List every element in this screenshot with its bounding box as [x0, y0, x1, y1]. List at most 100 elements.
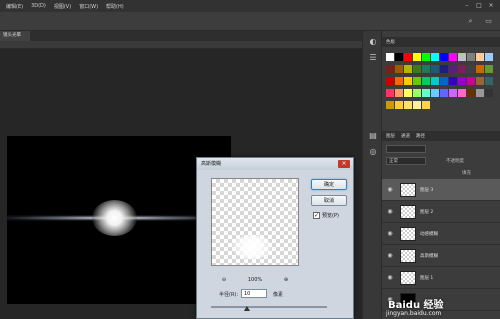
color-swatch[interactable] [413, 53, 421, 61]
tab-paths[interactable]: 路径 [416, 133, 425, 139]
color-swatch[interactable] [395, 89, 403, 97]
layer-row[interactable]: ◉ 高斯模糊 [382, 245, 500, 267]
radius-slider-track[interactable] [211, 306, 327, 308]
radius-input[interactable]: 10 [241, 289, 267, 298]
color-swatch[interactable] [422, 77, 430, 85]
zoom-in-icon[interactable]: ⊕ [284, 277, 288, 283]
color-swatch[interactable] [449, 53, 457, 61]
color-panel-icon[interactable]: ◐ [368, 37, 378, 47]
visibility-eye-icon[interactable]: ◉ [386, 186, 394, 194]
color-swatch[interactable] [485, 53, 493, 61]
color-swatch[interactable] [431, 89, 439, 97]
layers-list: ◉ 图层 3 ◉ 图层 2 ◉ 动感模糊 ◉ 高斯模糊 ◉ 图层 1 ◉ [382, 179, 500, 311]
channels-panel-icon[interactable]: ◎ [368, 147, 378, 157]
color-swatch[interactable] [395, 65, 403, 73]
panel-toolstrip: ◐ ☰ ▤ ◎ [362, 31, 382, 319]
color-swatch[interactable] [440, 53, 448, 61]
blend-mode-select[interactable]: 正常 [386, 157, 426, 165]
color-swatch[interactable] [449, 65, 457, 73]
zoom-out-icon[interactable]: ⊖ [222, 277, 226, 283]
color-swatch[interactable] [476, 77, 484, 85]
color-swatch[interactable] [404, 65, 412, 73]
workspace-icon[interactable]: ▭ [484, 17, 493, 26]
layer-row[interactable]: ◉ 图层 1 [382, 267, 500, 289]
color-swatch[interactable] [386, 89, 394, 97]
color-swatch[interactable] [458, 65, 466, 73]
color-swatch[interactable] [485, 65, 493, 73]
color-swatch[interactable] [422, 65, 430, 73]
visibility-eye-icon[interactable]: ◉ [386, 208, 394, 216]
color-swatch[interactable] [413, 101, 421, 109]
color-swatch[interactable] [440, 77, 448, 85]
color-swatch[interactable] [476, 65, 484, 73]
preview-checkbox[interactable]: ✓ [313, 212, 320, 219]
color-swatch[interactable] [404, 77, 412, 85]
dialog-title: 高斯模糊 [197, 158, 353, 170]
swatches-header: 色板 [382, 37, 500, 47]
layer-row[interactable]: ◉ 图层 3 [382, 179, 500, 201]
color-swatch[interactable] [467, 65, 475, 73]
color-swatch[interactable] [440, 65, 448, 73]
color-swatch[interactable] [422, 53, 430, 61]
color-swatch[interactable] [467, 77, 475, 85]
color-swatch[interactable] [476, 89, 484, 97]
color-swatch[interactable] [485, 77, 493, 85]
layer-filter[interactable] [386, 145, 426, 153]
gaussian-blur-dialog: 高斯模糊 × 确定 取消 ✓ 预览(P) ⊖ 100% ⊕ 半径(R): 10 … [196, 157, 354, 319]
search-icon[interactable]: ⌕ [466, 17, 475, 26]
adjustments-panel-icon[interactable]: ☰ [368, 53, 378, 63]
tab-layers[interactable]: 图层 [386, 133, 395, 139]
color-swatch[interactable] [458, 77, 466, 85]
close-window-icon[interactable]: × [486, 2, 496, 10]
menu-window[interactable]: 窗口(W) [79, 3, 98, 10]
menu-3d[interactable]: 3D(D) [31, 3, 46, 9]
minimize-icon[interactable]: – [462, 2, 472, 10]
color-swatch[interactable] [422, 89, 430, 97]
color-swatch[interactable] [386, 53, 394, 61]
close-icon[interactable]: × [338, 160, 350, 168]
visibility-eye-icon[interactable]: ◉ [386, 274, 394, 282]
color-swatch[interactable] [458, 53, 466, 61]
color-swatch[interactable] [431, 53, 439, 61]
color-swatch[interactable] [413, 77, 421, 85]
layers-panel-icon[interactable]: ▤ [368, 131, 378, 141]
menu-view[interactable]: 视图(V) [54, 3, 71, 10]
color-swatch[interactable] [431, 77, 439, 85]
layer-row[interactable]: ◉ 图层 2 [382, 201, 500, 223]
blur-preview[interactable] [211, 178, 299, 266]
color-swatch[interactable] [467, 53, 475, 61]
color-swatch[interactable] [422, 101, 430, 109]
color-swatch[interactable] [485, 89, 493, 97]
color-swatch[interactable] [386, 77, 394, 85]
color-swatch[interactable] [404, 101, 412, 109]
tab-channels[interactable]: 通道 [401, 133, 410, 139]
cancel-button[interactable]: 取消 [311, 195, 347, 206]
color-swatch[interactable] [404, 53, 412, 61]
visibility-eye-icon[interactable]: ◉ [386, 230, 394, 238]
color-swatch[interactable] [395, 101, 403, 109]
color-swatch[interactable] [395, 53, 403, 61]
color-swatch[interactable] [413, 89, 421, 97]
color-swatch[interactable] [395, 77, 403, 85]
color-swatch[interactable] [386, 65, 394, 73]
color-swatch[interactable] [476, 53, 484, 61]
color-swatch[interactable] [467, 89, 475, 97]
color-swatch[interactable] [413, 65, 421, 73]
right-panels: 色板 图层 通道 路径 正常 不透明度 填充 ◉ 图层 3 ◉ 图层 2 ◉ 动… [382, 31, 500, 319]
layer-row[interactable]: ◉ 动感模糊 [382, 223, 500, 245]
visibility-eye-icon[interactable]: ◉ [386, 252, 394, 260]
color-swatch[interactable] [458, 89, 466, 97]
color-swatch[interactable] [404, 89, 412, 97]
color-swatch[interactable] [440, 89, 448, 97]
menu-edit[interactable]: 编辑(E) [6, 3, 23, 10]
menu-help[interactable]: 帮助(H) [106, 3, 124, 10]
color-swatch[interactable] [386, 101, 394, 109]
ok-button[interactable]: 确定 [311, 179, 347, 190]
color-swatch[interactable] [449, 89, 457, 97]
maximize-icon[interactable]: □ [474, 2, 484, 10]
color-swatch[interactable] [449, 77, 457, 85]
swatches-title[interactable]: 色板 [386, 39, 395, 45]
document-tab[interactable]: 镜头光晕 [0, 31, 30, 41]
color-swatch[interactable] [431, 65, 439, 73]
layer-name: 图层 2 [420, 210, 434, 215]
